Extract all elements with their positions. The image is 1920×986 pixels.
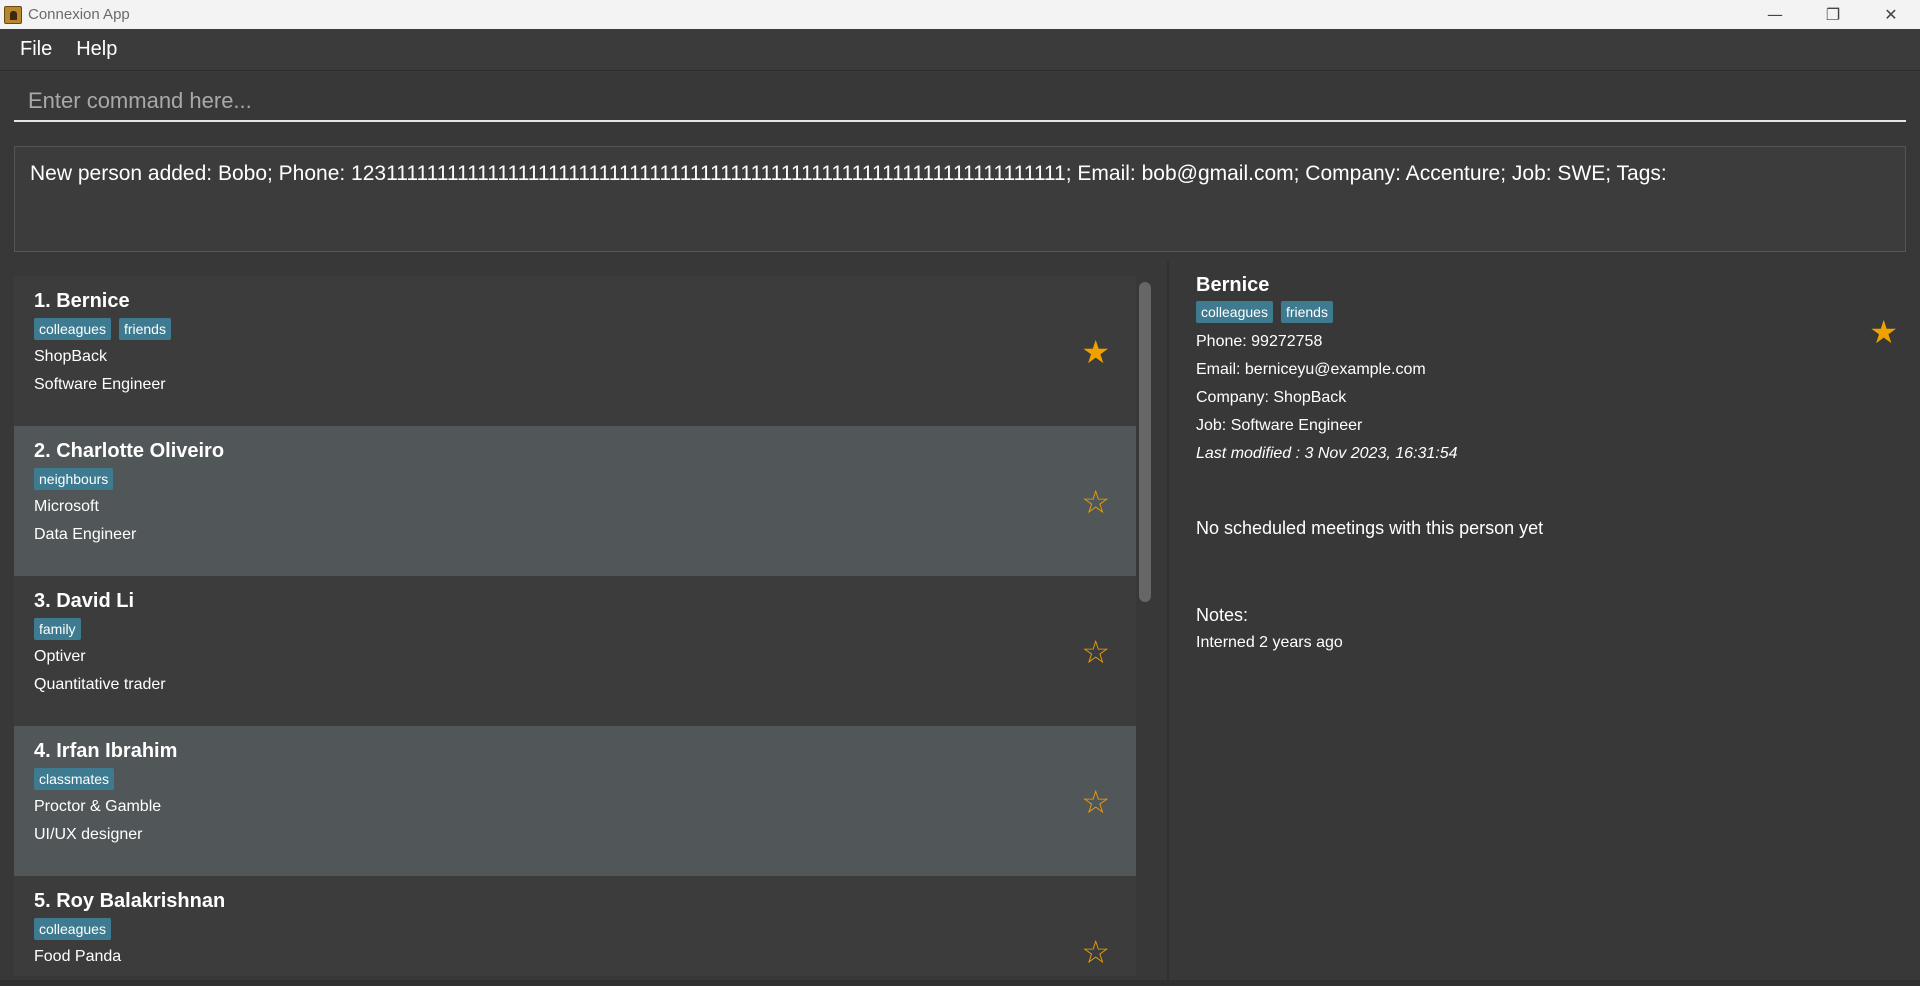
detail-tags: colleagues friends [1196,301,1896,323]
favourite-star-icon[interactable]: ★ [1869,316,1898,348]
person-name: 4. Irfan Ibrahim [34,740,178,762]
detail-phone: Phone: 99272758 [1196,333,1323,350]
person-tags: family [34,618,1116,640]
person-card[interactable]: 5. Roy Balakrishnan colleagues Food Panda ☆ [14,876,1136,976]
result-display: New person added: Bobo; Phone: 123111111… [14,146,1906,252]
person-list[interactable]: 1. Bernice colleagues friends ShopBack Softw… [14,276,1136,976]
person-card[interactable]: 2. Charlotte Oliveiro neighbours Microsoft… [14,426,1136,576]
window-controls: — ❐ ✕ [1746,0,1920,29]
person-name: 1. Bernice [34,290,130,312]
tag-badge: friends [118,318,171,340]
person-card[interactable]: 3. David Li family Optiver Quantitative tra… [14,576,1136,726]
person-name: 5. Roy Balakrishnan [34,890,226,912]
list-scrollbar-thumb[interactable] [1139,282,1151,602]
restore-button[interactable]: ❐ [1804,0,1862,29]
star-outline-icon[interactable]: ☆ [1081,486,1110,518]
minimize-button[interactable]: — [1746,0,1804,29]
person-job: UI/UX designer [34,826,143,843]
person-company: ShopBack [34,348,107,365]
detail-email: Email: berniceyu@example.com [1196,361,1426,378]
person-company: Proctor & Gamble [34,798,162,815]
detail-notes-label: Notes: [1196,605,1249,625]
person-list-panel: 1. Bernice colleagues friends ShopBack Softw… [0,262,1167,980]
detail-last-modified: Last modified : 3 Nov 2023, 16:31:54 [1196,445,1458,462]
person-detail-panel: Bernice colleagues friends Phone: 9927275… [1169,262,1920,980]
tag-badge: friends [1280,301,1333,323]
person-job: Quantitative trader [34,676,166,693]
person-job: Software Engineer [34,376,166,393]
person-tags: classmates [34,768,1116,790]
result-display-container: New person added: Bobo; Phone: 123111111… [0,132,1920,262]
star-outline-icon[interactable]: ☆ [1081,786,1110,818]
person-card[interactable]: 4. Irfan Ibrahim classmates Proctor & Gamb… [14,726,1136,876]
person-job: Data Engineer [34,526,137,543]
window-title: Connexion App [28,6,130,23]
app-icon [4,5,22,24]
tag-badge: classmates [34,768,115,790]
star-filled-icon[interactable]: ★ [1081,336,1110,368]
status-bar [0,980,1920,986]
tag-badge: colleagues [34,918,111,940]
detail-job: Job: Software Engineer [1196,417,1363,434]
detail-meetings: No scheduled meetings with this person y… [1196,518,1544,538]
menu-file[interactable]: File [10,38,62,61]
tag-badge: colleagues [34,318,111,340]
person-company: Food Panda [34,948,122,965]
person-card[interactable]: 1. Bernice colleagues friends ShopBack Softw… [14,276,1136,426]
tag-badge: family [34,618,81,640]
person-company: Microsoft [34,498,99,515]
person-tags: neighbours [34,468,1116,490]
person-company: Optiver [34,648,86,665]
person-detail: Bernice colleagues friends Phone: 9927275… [1196,271,1896,658]
star-outline-icon[interactable]: ☆ [1081,936,1110,968]
person-name: 3. David Li [34,590,135,612]
tag-badge: neighbours [34,468,114,490]
person-name: 2. Charlotte Oliveiro [34,440,225,462]
star-outline-icon[interactable]: ☆ [1081,636,1110,668]
title-bar: Connexion App — ❐ ✕ [0,0,1920,29]
person-tags: colleagues friends [34,318,1116,340]
detail-notes: Interned 2 years ago [1196,634,1343,651]
command-box [0,72,1920,132]
detail-name: Bernice [1196,274,1270,296]
menu-bar: File Help [0,29,1920,71]
menu-help[interactable]: Help [66,38,127,61]
person-tags: colleagues [34,918,1116,940]
detail-company: Company: ShopBack [1196,389,1347,406]
command-input[interactable] [14,82,1906,122]
tag-badge: colleagues [1196,301,1273,323]
close-button[interactable]: ✕ [1862,0,1920,29]
